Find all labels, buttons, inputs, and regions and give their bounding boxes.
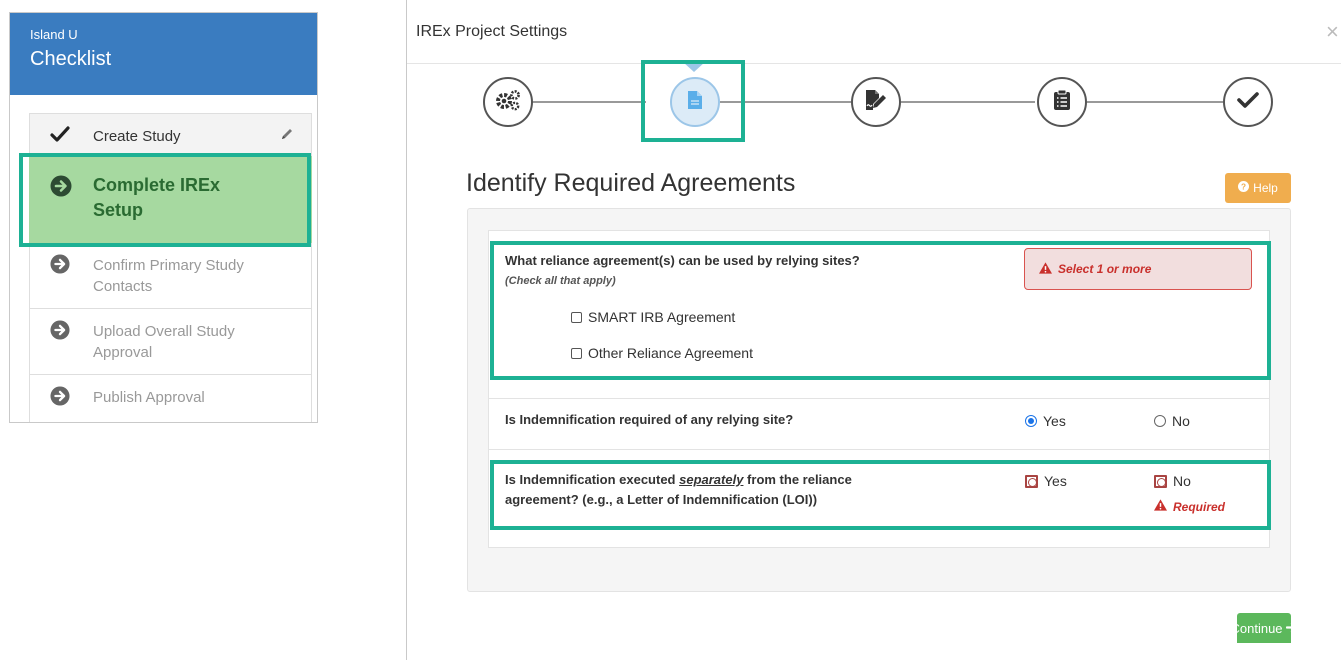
step-create-study[interactable]: Create Study xyxy=(29,113,312,156)
step-upload-overall-approval[interactable]: Upload Overall Study Approval xyxy=(29,309,312,375)
step-label: Confirm Primary Study Contacts xyxy=(93,257,244,295)
signature-icon xyxy=(864,89,888,116)
svg-text:?: ? xyxy=(1241,183,1246,192)
wizard-step-complete[interactable] xyxy=(1223,77,1273,127)
highlight-current-wizard-step xyxy=(641,60,745,142)
option-label: No xyxy=(1172,413,1190,429)
checklist-header: Island U Checklist xyxy=(10,13,317,95)
wizard-connector xyxy=(531,101,646,103)
section-title: Identify Required Agreements xyxy=(466,169,796,197)
q2-no-option[interactable]: No xyxy=(1154,413,1190,429)
step-label: Upload Overall Study Approval xyxy=(93,323,235,361)
q2-yes-radio[interactable] xyxy=(1025,415,1037,427)
help-label: Help xyxy=(1253,181,1278,195)
irex-settings-modal: IREx Project Settings × Identify Require… xyxy=(406,0,1341,660)
option-label: Yes xyxy=(1043,413,1066,429)
checklist-title: Checklist xyxy=(30,48,112,70)
institution-name: Island U xyxy=(30,27,78,42)
step-publish-approval[interactable]: Publish Approval xyxy=(29,375,312,422)
highlight-q1 xyxy=(490,241,1271,380)
divider xyxy=(489,398,1269,399)
modal-header: IREx Project Settings × xyxy=(407,0,1341,64)
modal-title: IREx Project Settings xyxy=(416,23,568,40)
arrow-circle-right-icon xyxy=(50,386,70,411)
highlight-q3 xyxy=(490,460,1271,530)
check-icon xyxy=(50,124,70,149)
check-icon xyxy=(1237,91,1259,114)
continue-button[interactable]: Continue xyxy=(1230,613,1297,643)
arrow-right-icon xyxy=(1285,621,1298,636)
wizard-step-settings[interactable] xyxy=(483,77,533,127)
help-button[interactable]: ? Help xyxy=(1225,173,1291,203)
wizard-step-review[interactable] xyxy=(1037,77,1087,127)
close-icon[interactable]: × xyxy=(1326,19,1339,45)
arrow-circle-right-icon xyxy=(50,320,70,345)
pencil-icon[interactable] xyxy=(279,126,295,147)
highlight-active-step xyxy=(19,153,311,247)
question-circle-icon: ? xyxy=(1238,181,1250,195)
step-confirm-primary-contacts[interactable]: Confirm Primary Study Contacts xyxy=(29,243,312,309)
divider xyxy=(489,449,1269,450)
wizard-step-signature[interactable] xyxy=(851,77,901,127)
q2-question: Is Indemnification required of any relyi… xyxy=(505,412,794,427)
q2-yes-option[interactable]: Yes xyxy=(1025,413,1066,429)
wizard-connector xyxy=(1087,101,1223,103)
q2-no-radio[interactable] xyxy=(1154,415,1166,427)
clipboard-list-icon xyxy=(1053,89,1071,116)
arrow-circle-right-icon xyxy=(50,254,70,279)
gears-icon xyxy=(495,89,521,116)
step-label: Create Study xyxy=(93,128,181,145)
wizard-connector xyxy=(901,101,1035,103)
step-label: Publish Approval xyxy=(93,389,205,406)
continue-label: Continue xyxy=(1230,620,1283,636)
